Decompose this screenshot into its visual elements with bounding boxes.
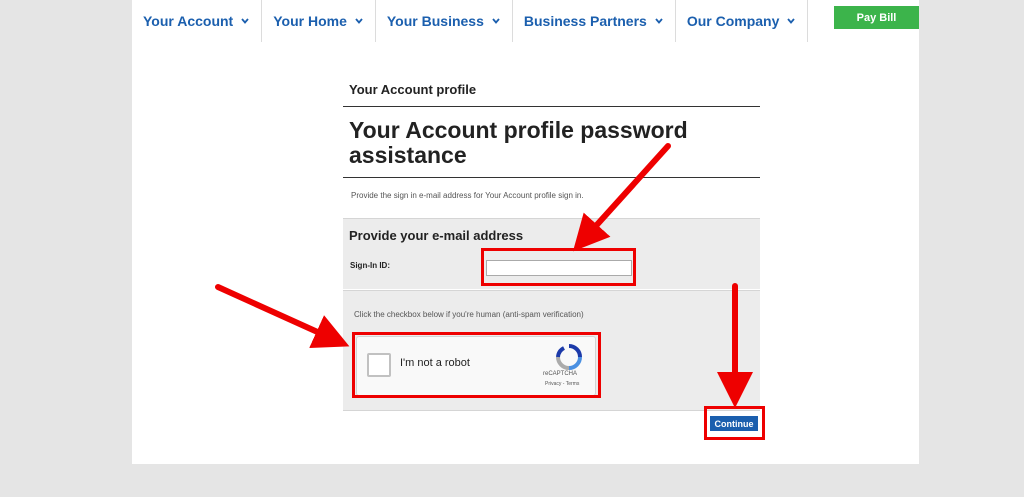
annotation-arrows: [215, 143, 753, 408]
arrow-to-signin: [572, 143, 671, 252]
arrow-to-captcha: [215, 284, 350, 348]
